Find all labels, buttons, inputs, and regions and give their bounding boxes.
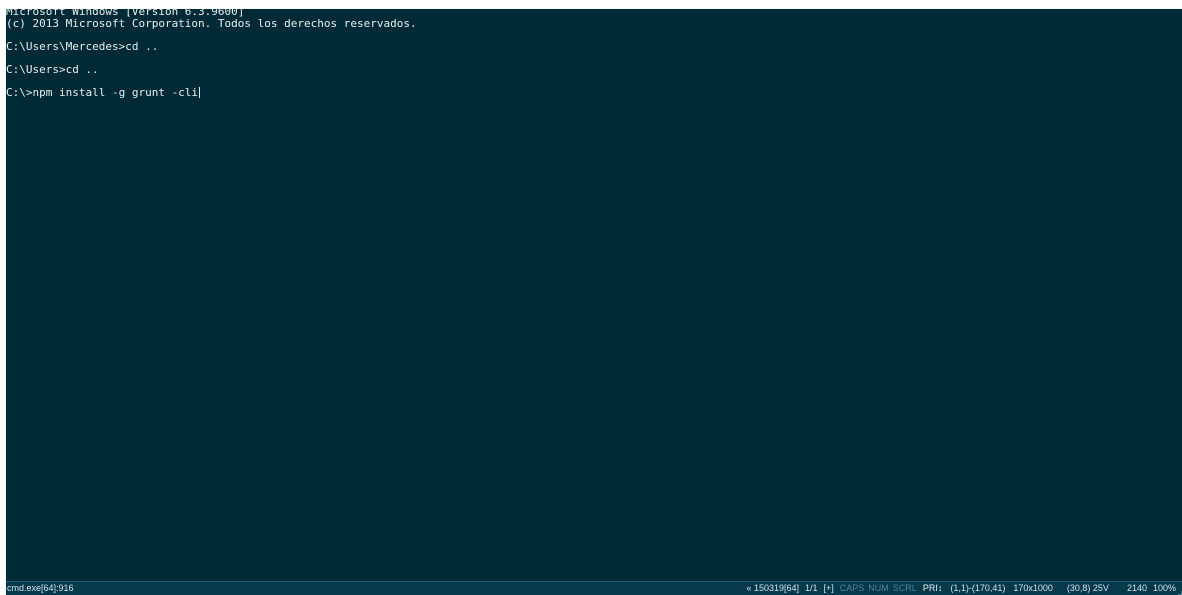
status-bar: cmd.exe[64]:916 « 150319[64] 1/1 [+] CAP… bbox=[6, 581, 1182, 595]
status-cursor-info[interactable]: (30,8) 25V bbox=[1057, 582, 1113, 595]
console-output[interactable]: Microsoft Windows [Versión 6.3.9600] (c)… bbox=[6, 9, 1182, 582]
status-selection-range[interactable]: (1,1)-(170,41) bbox=[946, 582, 1009, 595]
console-line-5 bbox=[6, 53, 1182, 64]
status-process[interactable]: cmd.exe[64]:916 bbox=[7, 582, 74, 595]
console-line-7 bbox=[6, 76, 1182, 87]
console-line-6: C:\Users>cd .. bbox=[6, 64, 99, 76]
status-right-group: « 150319[64] 1/1 [+] CAPS NUM SCRL PRI↕ … bbox=[742, 582, 1178, 595]
resize-grip[interactable] bbox=[1178, 591, 1182, 595]
status-console-index[interactable]: 1/1 bbox=[803, 582, 820, 595]
console-window: Microsoft Windows [Versión 6.3.9600] (c)… bbox=[6, 9, 1182, 595]
text-cursor bbox=[199, 87, 201, 98]
status-transparency[interactable]: 100% bbox=[1151, 582, 1178, 595]
status-scrl[interactable]: SCRL bbox=[891, 582, 919, 595]
console-line-2: (c) 2013 Microsoft Corporation. Todos lo… bbox=[6, 18, 417, 30]
status-new-console[interactable]: [+] bbox=[820, 582, 838, 595]
status-pri[interactable]: PRI↕ bbox=[919, 582, 947, 595]
console-line-1: Microsoft Windows [Versión 6.3.9600] bbox=[6, 9, 245, 18]
status-num[interactable]: NUM bbox=[866, 582, 891, 595]
status-build[interactable]: « 150319[64] bbox=[742, 582, 803, 595]
console-prompt-line[interactable]: C:\>npm install -g grunt -cli bbox=[6, 87, 1182, 99]
status-pid[interactable]: 2140 bbox=[1113, 582, 1151, 595]
status-buffer-size[interactable]: 170x1000 bbox=[1009, 582, 1057, 595]
console-line-4: C:\Users\Mercedes>cd .. bbox=[6, 41, 159, 53]
console-command: C:\>npm install -g grunt -cli bbox=[6, 87, 199, 99]
status-caps[interactable]: CAPS bbox=[838, 582, 867, 595]
console-line-3 bbox=[6, 30, 1182, 41]
